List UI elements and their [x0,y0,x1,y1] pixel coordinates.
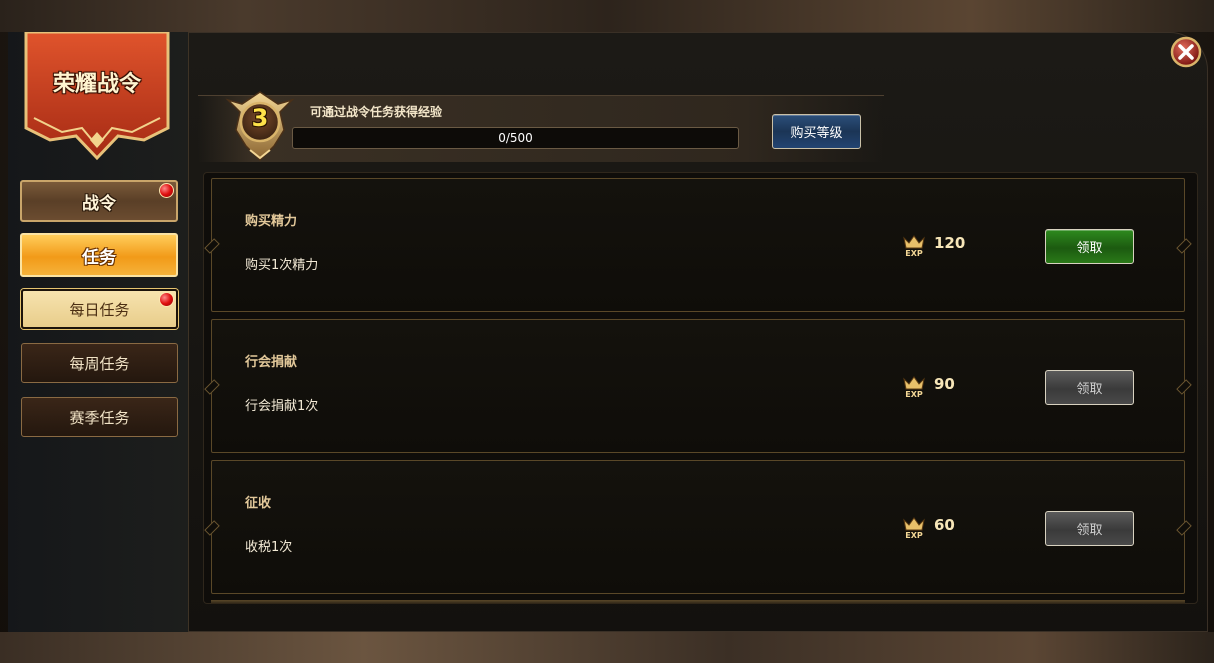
banner-title: 荣耀战令 [52,72,141,97]
sub-tab-season-label: 赛季任务 [69,408,130,427]
sub-tab-daily-label: 每日任务 [69,300,130,319]
level-number: 3 [251,104,269,132]
background-top [0,0,1214,32]
background-bottom [0,632,1214,663]
svg-text:EXP: EXP [905,249,923,258]
exp-icon: EXP [903,235,925,258]
claim-button[interactable]: 领取 [1045,229,1134,264]
task-title: 购买精力 [245,214,298,229]
sub-tab-daily[interactable]: 每日任务 [21,289,178,329]
nav-battle-pass-label: 战令 [82,193,116,214]
exp-hint-text: 可通过战令任务获得经验 [310,105,443,119]
nav-tasks[interactable]: 任务 [20,233,178,277]
close-button[interactable] [1170,36,1202,68]
sub-tab-weekly[interactable]: 每周任务 [21,343,178,383]
task-description: 购买1次精力 [245,258,319,273]
exp-progress-text: 0/500 [498,131,533,145]
claim-button[interactable]: 领取 [1045,511,1134,546]
sub-tab-weekly-label: 每周任务 [69,354,130,373]
exp-progress-bar: 0/500 [292,127,739,149]
exp-icon: EXP [903,376,925,399]
task-card: 购买精力 购买1次精力 EXP 120 领取 [204,178,1192,312]
task-exp-value: 120 [934,234,966,252]
task-title: 行会捐献 [245,355,298,370]
task-description: 行会捐献1次 [245,399,319,414]
red-dot-icon [159,292,174,307]
task-title: 征收 [245,496,272,511]
task-card: 行会捐献 行会捐献1次 EXP 90 领取 [204,319,1192,453]
list-bottom-edge [211,600,1185,604]
sub-tab-season[interactable]: 赛季任务 [21,397,178,437]
task-exp-value: 90 [934,375,955,393]
buy-level-button[interactable]: 购买等级 [772,114,861,149]
nav-battle-pass[interactable]: 战令 [20,180,178,222]
claim-button[interactable]: 领取 [1045,370,1134,405]
svg-text:EXP: EXP [905,390,923,399]
nav-tasks-label: 任务 [82,247,116,268]
title-banner: 荣耀战令 [22,32,172,162]
red-dot-icon [159,183,174,198]
svg-text:EXP: EXP [905,531,923,540]
task-card: 征收 收税1次 EXP 60 领取 [204,460,1192,594]
level-badge: 3 [222,86,298,162]
close-icon [1170,36,1202,68]
task-description: 收税1次 [245,540,293,555]
exp-icon: EXP [903,517,925,540]
task-exp-value: 60 [934,516,955,534]
